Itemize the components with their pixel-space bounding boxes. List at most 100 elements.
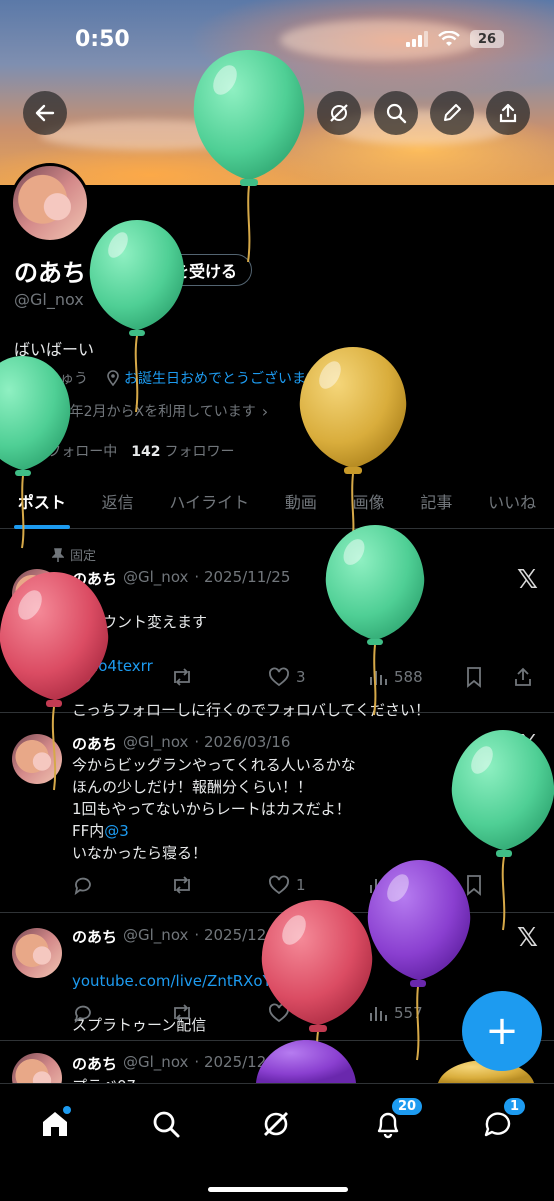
heart-icon bbox=[269, 1003, 289, 1023]
like-count: 3 bbox=[296, 668, 306, 686]
bookmark-button[interactable] bbox=[464, 666, 512, 688]
followers-count: 142 bbox=[131, 444, 161, 460]
grok-button[interactable] bbox=[317, 91, 361, 135]
post-author-name[interactable]: のあち bbox=[72, 733, 117, 754]
pinned-label: 固定 bbox=[70, 549, 97, 564]
analytics-icon bbox=[370, 1007, 387, 1021]
like-button[interactable]: 1 bbox=[268, 874, 368, 896]
views-button[interactable]: 588 bbox=[368, 667, 464, 687]
post-item[interactable]: のあち @Gl_nox · 2026/03/16 𝕏 今からビッグランやってくれ… bbox=[0, 713, 554, 913]
profile-website[interactable]: お誕生日おめでとうございます。 bbox=[124, 368, 333, 388]
following-link[interactable]: 193 フォロー中 bbox=[14, 441, 117, 461]
post-author-handle: @Gl_nox bbox=[123, 733, 189, 751]
get-verified-button[interactable]: 認証を受ける bbox=[106, 254, 253, 286]
post-date: · 2026/03/16 bbox=[194, 733, 291, 751]
grok-icon bbox=[264, 1112, 288, 1136]
followers-link[interactable]: 142 フォロワー bbox=[131, 441, 234, 461]
post-avatar[interactable] bbox=[12, 928, 62, 978]
nav-grok[interactable] bbox=[256, 1104, 296, 1144]
post-author-name[interactable]: のあち bbox=[72, 568, 117, 589]
reply-icon bbox=[74, 877, 91, 896]
search-icon bbox=[386, 103, 407, 124]
view-count: 125 bbox=[394, 876, 423, 894]
post-author-handle: @Gl_nox bbox=[123, 1053, 189, 1071]
repost-button[interactable] bbox=[170, 666, 268, 688]
like-button[interactable]: 3 bbox=[268, 666, 368, 688]
views-button[interactable]: 557 bbox=[368, 1003, 464, 1023]
nav-messages[interactable]: 1 bbox=[478, 1096, 528, 1144]
nav-home[interactable] bbox=[35, 1104, 75, 1144]
post-mention-link[interactable]: @3 bbox=[104, 822, 129, 840]
post-author-name[interactable]: のあち bbox=[72, 926, 117, 947]
repost-icon bbox=[174, 1004, 190, 1022]
post-avatar[interactable] bbox=[12, 734, 62, 784]
share-post-button[interactable] bbox=[512, 666, 534, 688]
profile-joined-row[interactable]: 2023年2月からXを利用しています › bbox=[14, 401, 268, 421]
status-time: 0:50 bbox=[75, 27, 130, 52]
wifi-icon bbox=[438, 31, 460, 46]
repost-button[interactable] bbox=[170, 874, 268, 896]
post-actions: 3 588 bbox=[72, 663, 542, 691]
heart-icon bbox=[269, 667, 289, 687]
post-text: 今からビッグランやってくれる人いるかな ほんの少しだけ！報酬分くらい！！ 1回も… bbox=[72, 754, 356, 864]
like-button[interactable] bbox=[268, 1002, 368, 1024]
profile-avatar[interactable] bbox=[10, 163, 90, 243]
profile-handle: @Gl_nox bbox=[14, 290, 84, 309]
tab-posts[interactable]: ポスト bbox=[0, 474, 84, 528]
repost-button[interactable] bbox=[170, 1002, 268, 1024]
compose-post-button[interactable]: + bbox=[462, 991, 542, 1071]
view-count: 557 bbox=[394, 1004, 423, 1022]
post-author-handle: @Gl_nox bbox=[123, 926, 189, 944]
post-author-handle: @Gl_nox bbox=[123, 568, 189, 586]
x-logo-icon: 𝕏 bbox=[517, 923, 538, 953]
profile-bio: ばいばーい bbox=[14, 340, 95, 359]
reply-button[interactable] bbox=[72, 874, 170, 896]
reply-button[interactable] bbox=[72, 1002, 170, 1024]
notifications-badge: 20 bbox=[390, 1096, 425, 1117]
edit-button[interactable] bbox=[430, 91, 474, 135]
bookmark-button[interactable] bbox=[464, 874, 512, 896]
post-date: · 2025/12/29 bbox=[194, 926, 291, 944]
nav-search[interactable] bbox=[146, 1104, 186, 1144]
tab-articles[interactable]: 記事 bbox=[403, 474, 471, 528]
profile-tabs: ポスト 返信 ハイライト 動画 画像 記事 いいね bbox=[0, 474, 554, 529]
back-arrow-icon bbox=[35, 104, 55, 122]
post-text-line: いなかったら寝る！ bbox=[72, 844, 208, 862]
tab-highlights[interactable]: ハイライト bbox=[152, 474, 267, 528]
reply-icon bbox=[74, 1005, 91, 1024]
heart-icon bbox=[269, 875, 289, 895]
back-button[interactable] bbox=[23, 91, 67, 135]
battery-indicator: 26 bbox=[470, 30, 504, 48]
post-actions: 1 125 bbox=[72, 871, 542, 899]
post-header: のあち @Gl_nox · 2025/12/29 bbox=[72, 926, 290, 947]
signal-icon bbox=[406, 31, 428, 47]
search-button[interactable] bbox=[374, 91, 418, 135]
link-icon bbox=[107, 370, 119, 386]
tab-photos[interactable]: 画像 bbox=[335, 474, 403, 528]
location-icon bbox=[15, 370, 27, 386]
post-url-link[interactable]: youtube.com/live/ZntRXoYNZ… bbox=[72, 970, 308, 992]
chevron-right-icon: › bbox=[261, 401, 269, 421]
views-button[interactable]: 125 bbox=[368, 875, 464, 895]
share-button[interactable] bbox=[486, 91, 530, 135]
post-header: のあち @Gl_nox · 2026/03/16 bbox=[72, 733, 290, 754]
profile-meta: ちきゅう お誕生日おめでとうございます。 bbox=[14, 368, 333, 388]
tab-replies[interactable]: 返信 bbox=[84, 474, 152, 528]
reply-button[interactable] bbox=[72, 666, 170, 688]
tab-likes[interactable]: いいね bbox=[470, 474, 554, 528]
bottom-navigation: 20 1 bbox=[0, 1083, 554, 1201]
post-date: · 2025/11/25 bbox=[194, 568, 291, 586]
post-avatar[interactable] bbox=[12, 569, 62, 619]
search-icon bbox=[153, 1111, 180, 1138]
tab-videos[interactable]: 動画 bbox=[267, 474, 335, 528]
share-icon bbox=[499, 103, 517, 123]
calendar-icon bbox=[14, 405, 28, 418]
post-author-name[interactable]: のあち bbox=[72, 1053, 117, 1074]
like-count: 1 bbox=[296, 876, 306, 894]
post-item[interactable]: 固定 のあち @Gl_nox · 2025/11/25 𝕏 アカウント変えます … bbox=[0, 529, 554, 719]
nav-notifications[interactable]: 20 bbox=[368, 1096, 425, 1144]
post-header: のあち @Gl_nox · 2025/11/25 bbox=[72, 568, 290, 589]
get-verified-label: 認証を受ける bbox=[141, 262, 238, 281]
messages-badge: 1 bbox=[502, 1096, 528, 1117]
pin-icon bbox=[52, 547, 64, 562]
